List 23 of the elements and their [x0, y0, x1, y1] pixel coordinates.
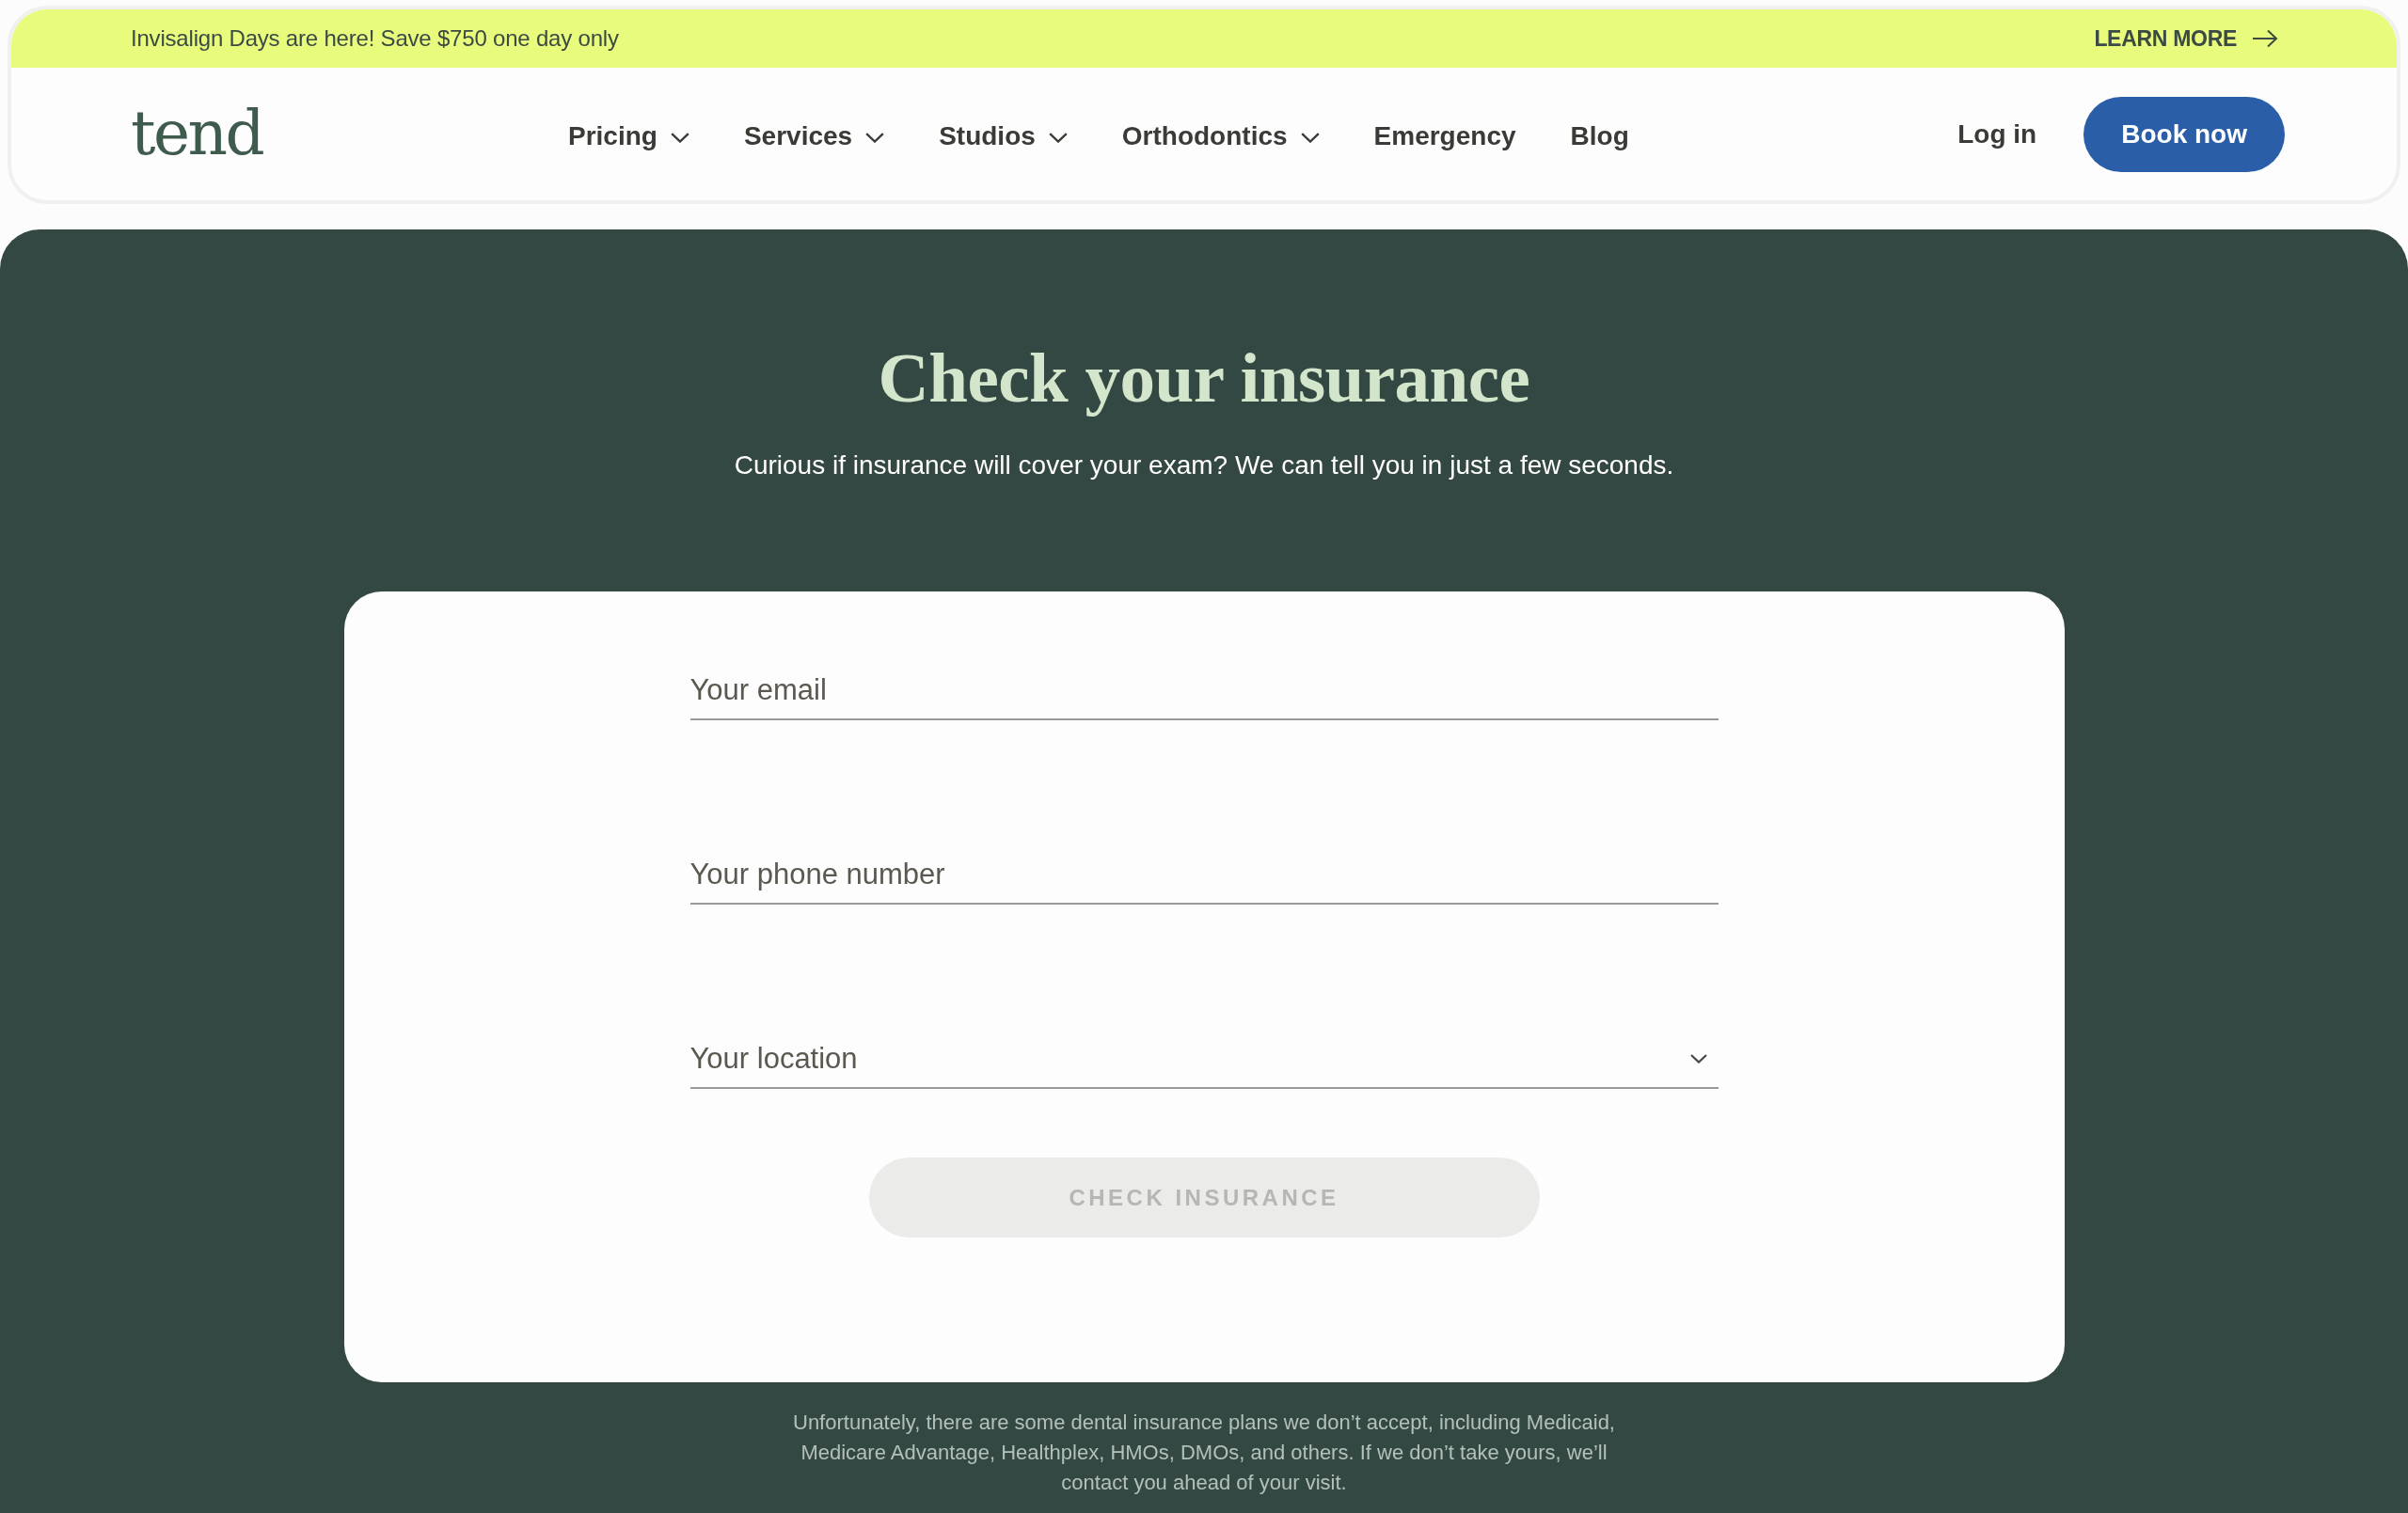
- promo-text: Invisalign Days are here! Save $750 one day only: [131, 25, 619, 52]
- page-title: Check your insurance: [878, 339, 1530, 417]
- learn-more-link[interactable]: LEARN MORE: [2094, 25, 2278, 52]
- nav-menu-item[interactable]: Blog: [1570, 120, 1629, 151]
- nav-menu-item[interactable]: Orthodontics: [1121, 120, 1320, 151]
- disclaimer-text: Unfortunately, there are some dental insurance plans we don’t accept, including Medicaid, Medicare Advantage, Healthplex, HMOs, DMOs, and others. If we don’t take yours, we’ll contact you ahead of your visit.: [792, 1410, 1616, 1496]
- chevron-down-icon: [670, 132, 689, 143]
- chevron-down-icon: [1300, 132, 1320, 143]
- nav-menu-item[interactable]: Studios: [939, 120, 1068, 151]
- subtitle-text: Curious if insurance will cover your exam? We can tell you in just a few seconds.: [734, 449, 1674, 481]
- input-field[interactable]: Your email: [689, 667, 1719, 720]
- chevron-down-icon: [1048, 132, 1068, 143]
- nav-menu-item[interactable]: Services: [743, 120, 885, 151]
- book-now-button[interactable]: Book now: [2083, 96, 2285, 172]
- login-link[interactable]: Log in: [1957, 118, 2037, 150]
- arrow-right-icon: [2252, 29, 2278, 48]
- chevron-down-icon: [865, 132, 885, 143]
- chevron-down-icon: [1689, 1053, 1707, 1064]
- nav-menu-item[interactable]: Emergency: [1373, 120, 1516, 151]
- nav-menu-item[interactable]: Pricing: [568, 120, 689, 151]
- logo[interactable]: tend: [131, 102, 263, 165]
- dropdown-field[interactable]: Your location: [689, 1035, 1719, 1089]
- input-field[interactable]: Your phone number: [689, 851, 1719, 905]
